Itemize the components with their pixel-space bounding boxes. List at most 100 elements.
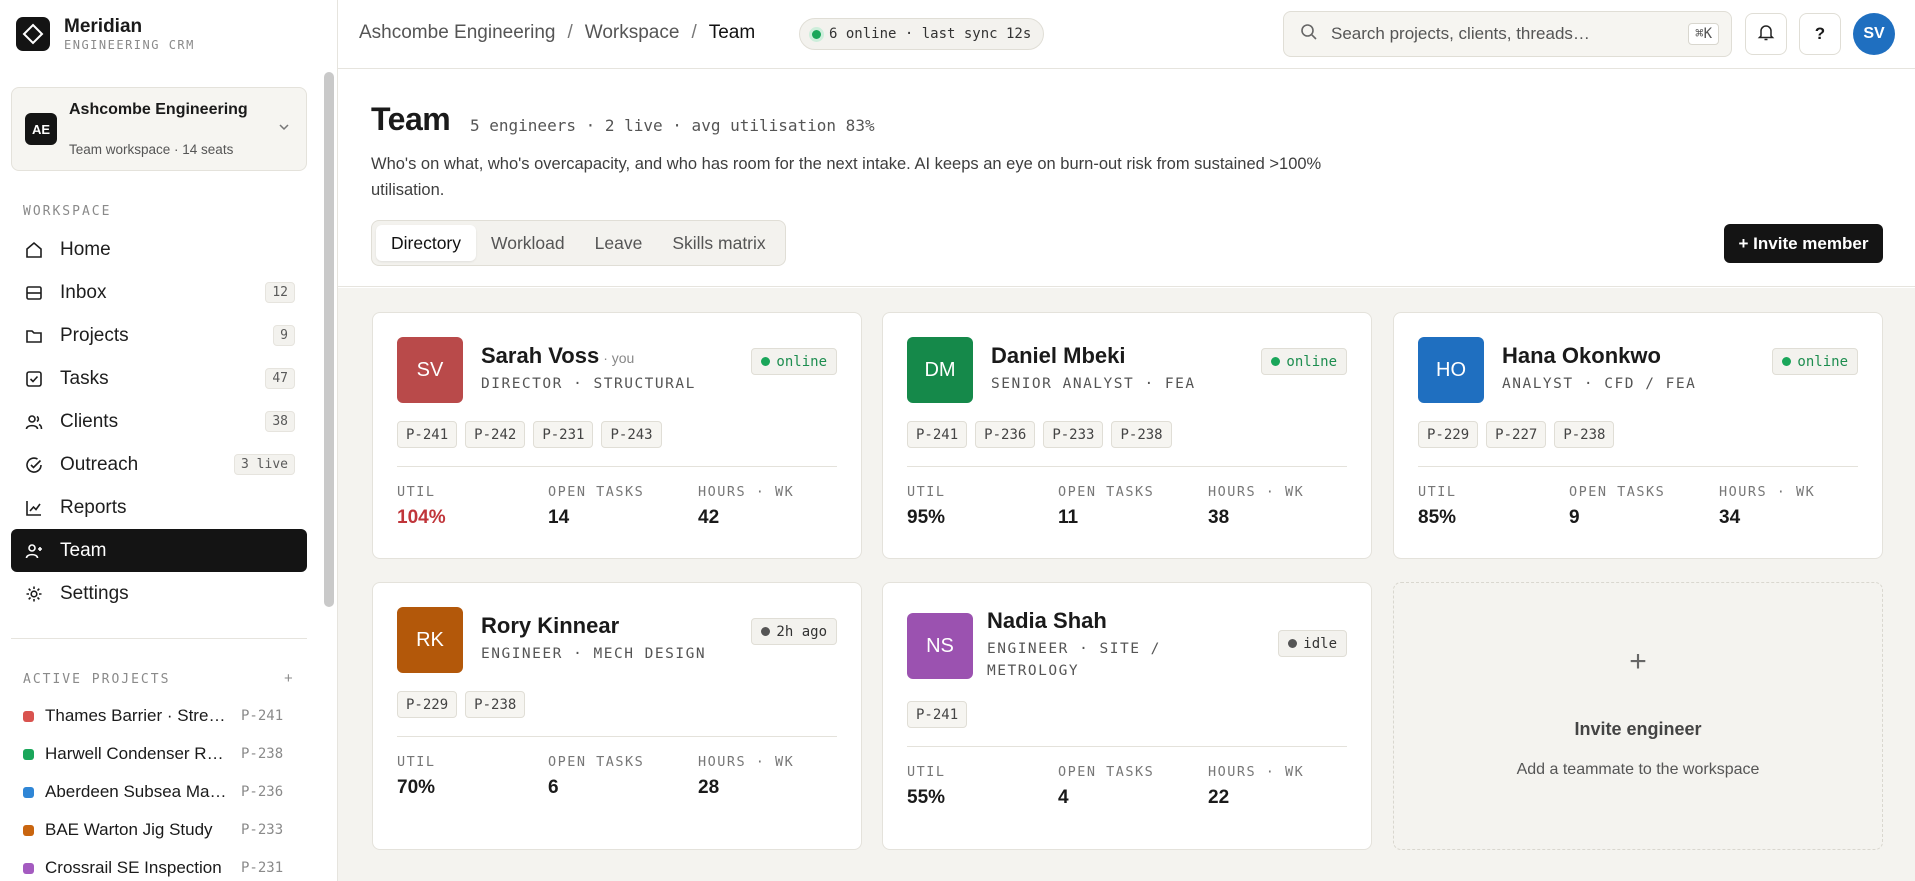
member-card[interactable]: NS Nadia Shah ENGINEER · SITE / METROLOG…	[882, 582, 1372, 850]
project-item[interactable]: Thames Barrier · Stress Analysis P-241	[11, 697, 307, 735]
tab-workload[interactable]: Workload	[476, 225, 580, 261]
sidebar-divider	[11, 638, 307, 639]
project-color-dot	[23, 748, 34, 760]
open-tasks-value: 6	[548, 777, 559, 798]
member-card[interactable]: SV Sarah Voss · you DIRECTOR · STRUCTURAL…	[372, 312, 862, 559]
open-tasks-stat: OPEN TASKS 4	[1058, 764, 1154, 809]
project-item[interactable]: Harwell Condenser Retrofit P-238	[11, 735, 307, 773]
project-chip[interactable]: P-243	[601, 421, 662, 448]
member-role: ENGINEER · SITE / METROLOGY	[987, 641, 1161, 679]
project-name: BAE Warton Jig Study	[45, 820, 213, 839]
help-button[interactable]: ?	[1799, 13, 1841, 55]
member-name: Rory Kinnear	[481, 613, 620, 638]
sidebar-item-label: Settings	[60, 582, 129, 604]
member-card[interactable]: RK Rory Kinnear ENGINEER · MECH DESIGN 2…	[372, 582, 862, 850]
user-avatar[interactable]: SV	[1853, 13, 1895, 55]
member-avatar: NS	[907, 613, 973, 679]
sidebar-item-projects[interactable]: Projects 9	[11, 314, 307, 357]
project-chip[interactable]: P-233	[1043, 421, 1104, 448]
project-chip[interactable]: P-242	[465, 421, 526, 448]
breadcrumb-separator: /	[567, 22, 573, 43]
tab-skills-matrix[interactable]: Skills matrix	[657, 225, 780, 261]
status-badge: online	[751, 348, 837, 375]
status-dot-icon	[1271, 357, 1281, 366]
workspace-switcher[interactable]: AE Ashcombe Engineering Team workspace ·…	[11, 87, 307, 171]
search-placeholder: Search projects, clients, threads…	[1331, 24, 1590, 43]
project-color-dot	[23, 862, 34, 874]
status-badge: idle	[1278, 630, 1347, 657]
member-card[interactable]: HO Hana Okonkwo ANALYST · CFD / FEA onli…	[1393, 312, 1883, 559]
project-id: P-241	[241, 708, 284, 724]
member-role: ENGINEER · MECH DESIGN	[481, 646, 707, 662]
outreach-live-badge: 3 live	[234, 454, 295, 475]
breadcrumb-org[interactable]: Ashcombe Engineering	[359, 22, 555, 44]
sync-status-text: 6 online · last sync 12s	[829, 26, 1032, 42]
project-chip[interactable]: P-236	[975, 421, 1036, 448]
project-chip[interactable]: P-231	[533, 421, 594, 448]
stat-label: OPEN TASKS	[548, 484, 645, 500]
sidebar-item-clients[interactable]: Clients 38	[11, 400, 307, 443]
sidebar-item-label: Team	[60, 539, 107, 561]
project-item[interactable]: Aberdeen Subsea Manifold P-236	[11, 773, 307, 811]
sidebar-item-reports[interactable]: Reports	[11, 486, 307, 529]
open-tasks-value: 14	[548, 507, 570, 528]
project-item[interactable]: BAE Warton Jig Study P-233	[11, 811, 307, 849]
sidebar-item-inbox[interactable]: Inbox 12	[11, 271, 307, 314]
status-badge: online	[1261, 348, 1347, 375]
project-item[interactable]: Crossrail SE Inspection P-231	[11, 849, 307, 881]
project-chip[interactable]: P-241	[907, 421, 968, 448]
member-name: Sarah Voss · you	[481, 343, 634, 369]
project-chip[interactable]: P-238	[1554, 421, 1615, 448]
sidebar-scrollbar[interactable]	[324, 72, 334, 607]
sidebar-item-home[interactable]: Home	[11, 228, 307, 271]
plus-icon: +	[1629, 645, 1647, 678]
project-chip[interactable]: P-238	[1111, 421, 1172, 448]
status-text: idle	[1303, 635, 1337, 652]
breadcrumb-workspace[interactable]: Workspace	[585, 22, 680, 44]
invite-member-button[interactable]: + Invite member	[1724, 224, 1883, 263]
project-chip[interactable]: P-241	[907, 701, 968, 728]
project-chip[interactable]: P-238	[465, 691, 526, 718]
status-badge: 2h ago	[751, 618, 837, 645]
status-text: online	[1797, 353, 1848, 370]
brand-subtitle: ENGINEERING CRM	[64, 38, 195, 52]
member-name: Nadia Shah	[987, 608, 1107, 633]
project-name: Harwell Condenser Retrofit	[45, 744, 231, 763]
project-chip[interactable]: P-241	[397, 421, 458, 448]
member-role: SENIOR ANALYST · FEA	[991, 376, 1196, 392]
status-badge: online	[1772, 348, 1858, 375]
project-chip[interactable]: P-227	[1486, 421, 1547, 448]
notifications-button[interactable]	[1745, 13, 1787, 55]
tasks-count-badge: 47	[265, 368, 295, 389]
hours-stat: HOURS · WK 22	[1208, 764, 1304, 809]
active-projects-label: ACTIVE PROJECTS	[23, 672, 171, 687]
invite-engineer-card[interactable]: + Invite engineer Add a teammate to the …	[1393, 582, 1883, 850]
project-chip[interactable]: P-229	[1418, 421, 1479, 448]
util-stat: UTIL 55%	[907, 764, 946, 809]
status-dot-icon	[1288, 639, 1298, 648]
tab-directory[interactable]: Directory	[376, 225, 477, 261]
member-card[interactable]: DM Daniel Mbeki SENIOR ANALYST · FEA onl…	[882, 312, 1372, 559]
breadcrumb-current: Team	[708, 22, 756, 43]
page-title: Team	[371, 101, 451, 137]
stat-label: UTIL	[397, 484, 436, 500]
tab-leave[interactable]: Leave	[580, 225, 658, 261]
top-bar: Ashcombe Engineering / Workspace / Team …	[338, 0, 1915, 69]
project-chip[interactable]: P-229	[397, 691, 458, 718]
search-input[interactable]: Search projects, clients, threads… ⌘K	[1283, 11, 1732, 57]
sidebar-item-team[interactable]: Team	[11, 529, 307, 572]
add-project-button[interactable]: +	[284, 670, 293, 687]
member-avatar: HO	[1418, 337, 1484, 403]
stat-label: UTIL	[907, 484, 946, 500]
member-avatar: RK	[397, 607, 463, 673]
project-id: P-231	[241, 860, 284, 876]
sidebar-item-outreach[interactable]: Outreach 3 live	[11, 443, 307, 486]
sidebar-item-tasks[interactable]: Tasks 47	[11, 357, 307, 400]
workspace-seats: Team workspace · 14 seats	[69, 142, 234, 157]
project-name: Crossrail SE Inspection	[45, 858, 222, 877]
sidebar: Meridian ENGINEERING CRM AE Ashcombe Eng…	[0, 0, 338, 881]
brand[interactable]: Meridian ENGINEERING CRM	[16, 14, 195, 54]
sidebar-item-settings[interactable]: Settings	[11, 572, 307, 615]
stat-label: OPEN TASKS	[1058, 484, 1155, 500]
breadcrumb: Ashcombe Engineering / Workspace / Team	[359, 22, 755, 44]
